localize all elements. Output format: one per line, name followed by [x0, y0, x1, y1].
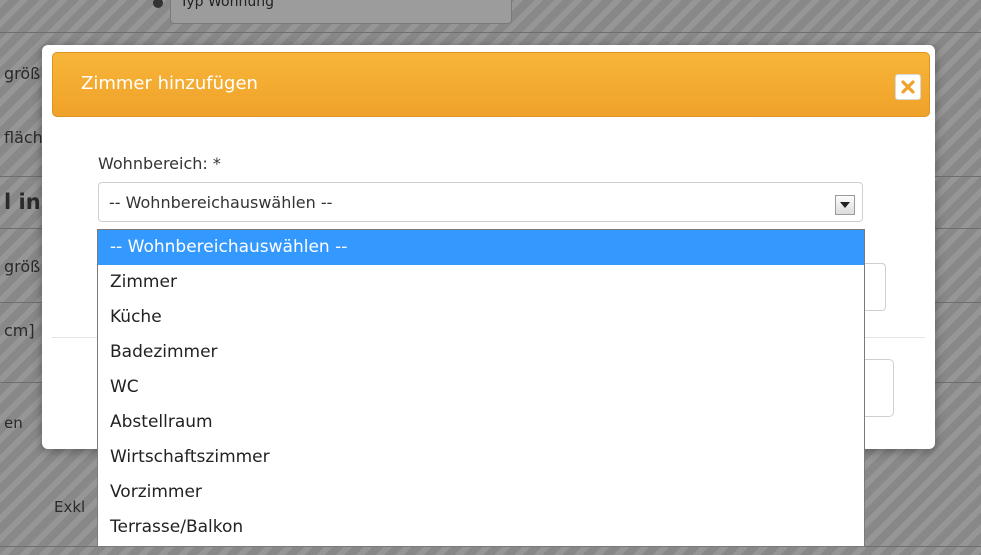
dropdown-option[interactable]: -- Wohnbereichauswählen --	[98, 230, 864, 265]
background-label: en	[4, 414, 23, 432]
dropdown-option[interactable]: Küche	[98, 300, 864, 335]
dropdown-option[interactable]: Wirtschaftszimmer	[98, 440, 864, 475]
dropdown-option[interactable]: WC	[98, 370, 864, 405]
dropdown-option[interactable]: Vorzimmer	[98, 475, 864, 510]
dropdown-option[interactable]: Abstellraum	[98, 405, 864, 440]
background-label: größ	[4, 64, 41, 83]
close-icon	[901, 80, 915, 94]
dialog-title: Zimmer hinzufügen	[81, 73, 258, 94]
background-label: größ	[4, 257, 41, 276]
dropdown-option[interactable]: Terrasse/Balkon	[98, 510, 864, 545]
background-label: fläch	[4, 128, 43, 147]
living-area-select-value: -- Wohnbereichauswählen --	[109, 193, 333, 212]
chevron-down-icon[interactable]	[835, 195, 855, 215]
living-area-select[interactable]: -- Wohnbereichauswählen --	[98, 182, 863, 222]
dropdown-option[interactable]: Badezimmer	[98, 335, 864, 370]
background-heading: l in	[4, 190, 41, 214]
background-divider	[0, 32, 981, 33]
living-area-dropdown[interactable]: -- Wohnbereichauswählen -- Zimmer Küche …	[97, 229, 865, 547]
background-label: cm]	[4, 321, 35, 340]
close-button[interactable]	[895, 74, 921, 100]
background-top-text: Typ Wohnung	[180, 0, 274, 10]
background-bullet	[153, 0, 163, 8]
living-area-label: Wohnbereich: *	[98, 154, 221, 173]
dialog-header: Zimmer hinzufügen	[52, 52, 930, 117]
dropdown-option[interactable]: Zimmer	[98, 265, 864, 300]
background-label: Exkl	[54, 498, 86, 516]
